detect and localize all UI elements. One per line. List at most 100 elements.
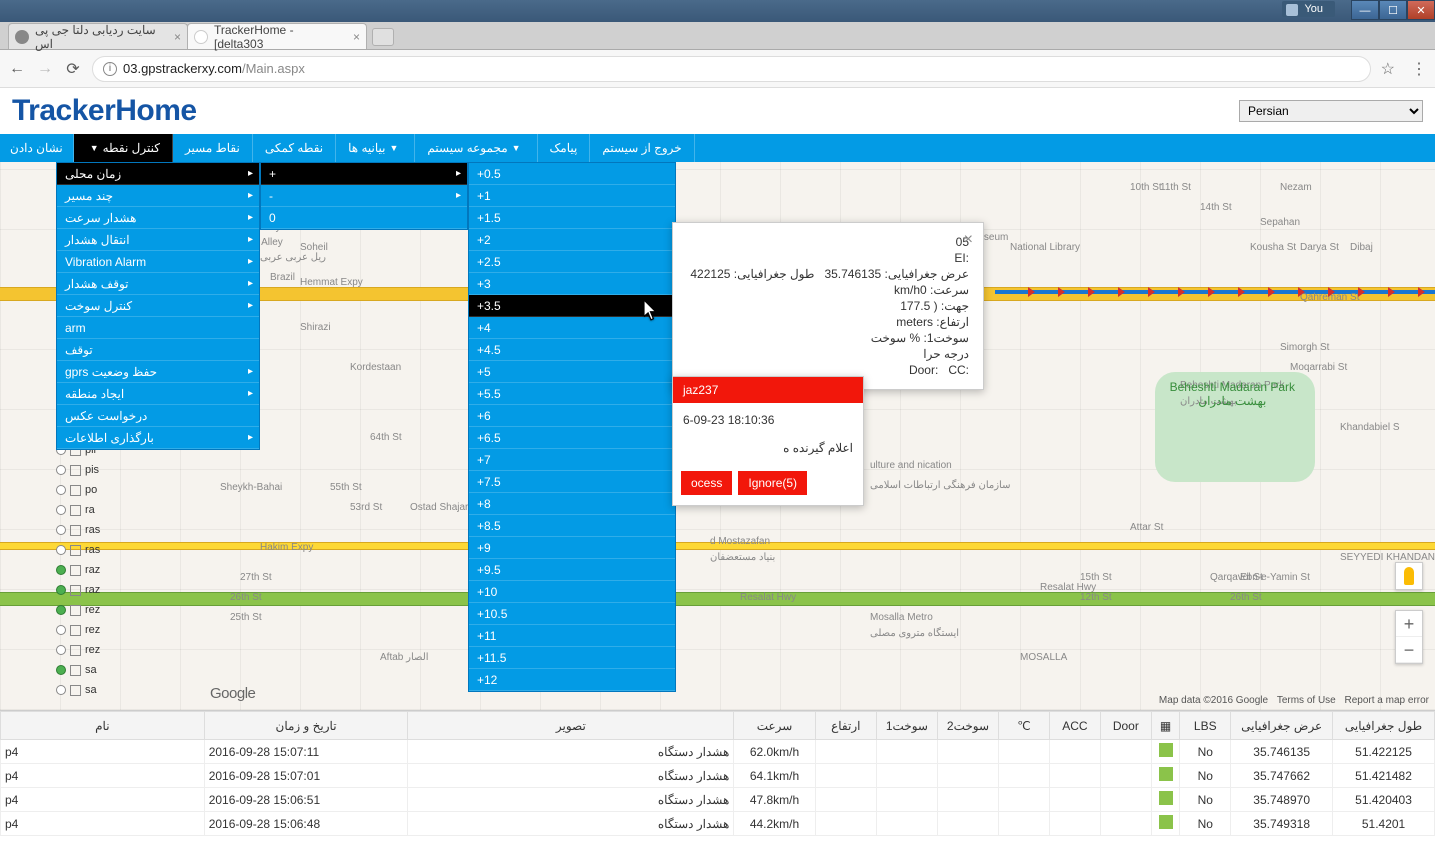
- column-header[interactable]: ▦: [1151, 712, 1180, 740]
- column-header[interactable]: طول جغرافیایی: [1333, 712, 1435, 740]
- column-header[interactable]: ℃: [999, 712, 1050, 740]
- menu-item[interactable]: +5.5: [469, 383, 675, 405]
- menu-item[interactable]: +3.5: [469, 295, 675, 317]
- ignore-button[interactable]: Ignore(5): [738, 471, 807, 495]
- checkbox[interactable]: [70, 565, 81, 576]
- language-select[interactable]: Persian: [1239, 100, 1423, 122]
- toolbar-button[interactable]: پیامک: [538, 134, 591, 162]
- column-header[interactable]: سرعت: [734, 712, 815, 740]
- menu-item[interactable]: بارگذاری اطلاعات▸: [57, 427, 259, 449]
- menu-item[interactable]: +11: [469, 625, 675, 647]
- menu-item[interactable]: +12: [469, 669, 675, 691]
- close-icon[interactable]: ×: [174, 30, 181, 44]
- checkbox[interactable]: [70, 625, 81, 636]
- tree-item[interactable]: ras: [56, 540, 114, 560]
- table-row[interactable]: p42016-09-28 15:07:01هشدار دستگاه64.1km/…: [1, 764, 1435, 788]
- browser-tab[interactable]: سایت ردیابی دلتا جی پی اس×: [8, 23, 188, 49]
- window-maximize[interactable]: ☐: [1379, 0, 1407, 20]
- column-header[interactable]: سوخت1: [876, 712, 937, 740]
- column-header[interactable]: تاریخ و زمان: [204, 712, 408, 740]
- image-icon[interactable]: [1159, 743, 1173, 757]
- toolbar-button[interactable]: ▼کنترل نقطه: [74, 134, 173, 162]
- checkbox[interactable]: [70, 685, 81, 696]
- reload-icon[interactable]: ⟳: [64, 60, 82, 78]
- browser-menu-icon[interactable]: ⋮: [1411, 59, 1427, 79]
- tree-item[interactable]: rez: [56, 600, 114, 620]
- column-header[interactable]: سوخت2: [937, 712, 998, 740]
- menu-item[interactable]: +4: [469, 317, 675, 339]
- menu-item[interactable]: انتقال هشدار▸: [57, 229, 259, 251]
- menu-item[interactable]: 0: [261, 207, 467, 229]
- zoom-out-button[interactable]: −: [1396, 637, 1422, 663]
- menu-item[interactable]: +11.5: [469, 647, 675, 669]
- menu-item[interactable]: +1.5: [469, 207, 675, 229]
- menu-item[interactable]: توقف هشدار▸: [57, 273, 259, 295]
- tree-item[interactable]: sa: [56, 660, 114, 680]
- menu-item[interactable]: +2: [469, 229, 675, 251]
- checkbox[interactable]: [70, 605, 81, 616]
- zoom-in-button[interactable]: +: [1396, 611, 1422, 637]
- menu-item[interactable]: +7.5: [469, 471, 675, 493]
- menu-item[interactable]: +8: [469, 493, 675, 515]
- tree-item[interactable]: pis: [56, 460, 114, 480]
- menu-item[interactable]: +0.5: [469, 163, 675, 185]
- menu-item[interactable]: +4.5: [469, 339, 675, 361]
- column-header[interactable]: ارتفاع: [815, 712, 876, 740]
- toolbar-button[interactable]: مجموعه سیستم▼: [415, 134, 537, 162]
- column-header[interactable]: LBS: [1180, 712, 1231, 740]
- menu-item[interactable]: +5: [469, 361, 675, 383]
- tree-item[interactable]: ra: [56, 500, 114, 520]
- table-row[interactable]: p42016-09-28 15:06:51هشدار دستگاه47.8km/…: [1, 788, 1435, 812]
- browser-tab[interactable]: TrackerHome - [delta303×: [187, 23, 367, 49]
- streetview-pegman[interactable]: [1395, 562, 1423, 590]
- menu-item[interactable]: arm: [57, 317, 259, 339]
- menu-item[interactable]: -▸: [261, 185, 467, 207]
- checkbox[interactable]: [70, 585, 81, 596]
- column-header[interactable]: عرض جغرافیایی: [1231, 712, 1333, 740]
- tree-item[interactable]: rez: [56, 640, 114, 660]
- menu-item[interactable]: Vibration Alarm▸: [57, 251, 259, 273]
- column-header[interactable]: تصویر: [408, 712, 734, 740]
- checkbox[interactable]: [70, 505, 81, 516]
- tree-item[interactable]: raz: [56, 560, 114, 580]
- checkbox[interactable]: [70, 645, 81, 656]
- menu-item[interactable]: +6.5: [469, 427, 675, 449]
- toolbar-button[interactable]: نقطه کمکی: [253, 134, 336, 162]
- toolbar-button[interactable]: بیانیه ها▼: [336, 134, 415, 162]
- tree-item[interactable]: rez: [56, 620, 114, 640]
- menu-item[interactable]: کنترل سوخت▸: [57, 295, 259, 317]
- menu-item[interactable]: +2.5: [469, 251, 675, 273]
- bookmark-icon[interactable]: ☆: [1381, 59, 1395, 79]
- report-error-link[interactable]: Report a map error: [1345, 695, 1429, 706]
- image-icon[interactable]: [1159, 791, 1173, 805]
- table-row[interactable]: p42016-09-28 15:07:11هشدار دستگاه62.0km/…: [1, 740, 1435, 764]
- new-tab-button[interactable]: [372, 28, 394, 46]
- tree-item[interactable]: ras: [56, 520, 114, 540]
- column-header[interactable]: نام: [1, 712, 205, 740]
- url-input[interactable]: i 03.gpstrackerxy.com/Main.aspx: [92, 56, 1371, 82]
- menu-item[interactable]: هشدار سرعت▸: [57, 207, 259, 229]
- checkbox[interactable]: [70, 485, 81, 496]
- menu-item[interactable]: ایجاد منطقه▸: [57, 383, 259, 405]
- menu-item[interactable]: +9.5: [469, 559, 675, 581]
- menu-item[interactable]: +▸: [261, 163, 467, 185]
- checkbox[interactable]: [70, 545, 81, 556]
- site-info-icon[interactable]: i: [103, 62, 117, 76]
- menu-item[interactable]: +8.5: [469, 515, 675, 537]
- image-icon[interactable]: [1159, 815, 1173, 829]
- toolbar-button[interactable]: خروج از سیستم: [590, 134, 694, 162]
- back-icon[interactable]: ←: [8, 60, 26, 78]
- image-icon[interactable]: [1159, 767, 1173, 781]
- menu-item[interactable]: +10: [469, 581, 675, 603]
- table-row[interactable]: p42016-09-28 15:06:48هشدار دستگاه44.2km/…: [1, 812, 1435, 836]
- tree-item[interactable]: raz: [56, 580, 114, 600]
- tree-item[interactable]: sa: [56, 680, 114, 700]
- menu-item[interactable]: چند مسیر▸: [57, 185, 259, 207]
- menu-item[interactable]: +1: [469, 185, 675, 207]
- menu-item[interactable]: gprs حفظ وضعیت▸: [57, 361, 259, 383]
- menu-item[interactable]: +7: [469, 449, 675, 471]
- toolbar-button[interactable]: نقاط مسیر: [173, 134, 253, 162]
- column-header[interactable]: Door: [1100, 712, 1151, 740]
- checkbox[interactable]: [70, 525, 81, 536]
- column-header[interactable]: ACC: [1049, 712, 1100, 740]
